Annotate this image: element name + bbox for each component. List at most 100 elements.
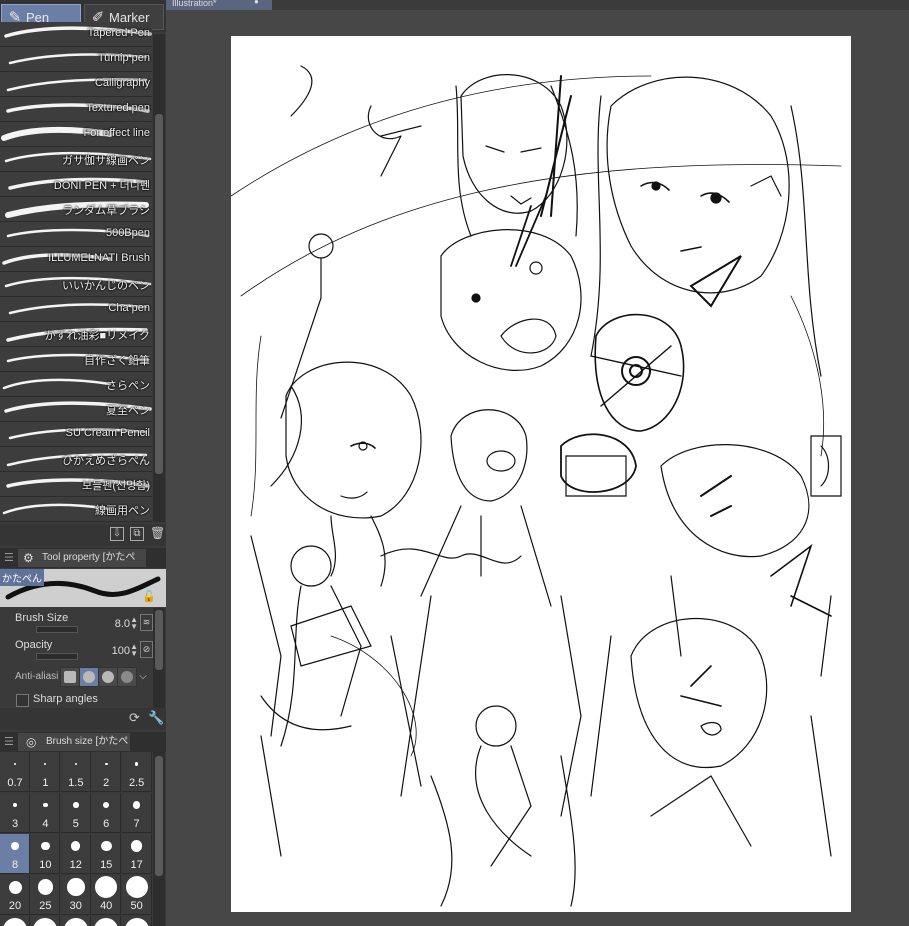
- close-icon[interactable]: ●: [254, 0, 259, 6]
- brush-item[interactable]: SU Cream Pencil: [0, 422, 152, 447]
- brush-item[interactable]: Cha pen: [0, 297, 152, 322]
- sharp-angles-row: Sharp angles: [0, 691, 152, 709]
- brush-item[interactable]: Textured pen: [0, 97, 152, 122]
- scrollbar-thumb[interactable]: [155, 756, 163, 876]
- brush-item[interactable]: ランダム草ブラシ: [0, 197, 152, 222]
- brush-size-option[interactable]: 6: [91, 793, 122, 833]
- brush-item[interactable]: 보들펜(선명함): [0, 472, 152, 497]
- grip-icon[interactable]: ☰: [4, 735, 14, 748]
- brush-item[interactable]: Tapered Pen: [0, 22, 152, 47]
- pressure-settings-button[interactable]: ≋: [140, 614, 153, 631]
- brush-item[interactable]: いいかんじのペン: [0, 272, 152, 297]
- scrollbar-thumb[interactable]: [155, 610, 163, 670]
- brush-size-option[interactable]: 50: [121, 875, 152, 915]
- brush-size-dot: [13, 803, 17, 807]
- brush-size-option[interactable]: 30: [60, 875, 91, 915]
- antialias-none[interactable]: [60, 667, 80, 687]
- antialias-strong-icon: [121, 671, 133, 683]
- brush-size-option[interactable]: 1.5: [60, 752, 91, 792]
- brush-size-option[interactable]: 3: [0, 793, 30, 833]
- brush-item-label: SU Cream Pencil: [65, 427, 150, 439]
- brush-size-label: 4: [42, 818, 49, 830]
- brush-size-label: 5: [72, 818, 79, 830]
- brush-item-label: Tapered Pen: [87, 27, 150, 39]
- brush-item[interactable]: Calligraphy: [0, 72, 152, 97]
- lock-icon[interactable]: 🔓: [142, 590, 156, 603]
- brush-item[interactable]: DONI PEN + 더니펜: [0, 172, 152, 197]
- brush-size-option[interactable]: 10: [30, 834, 61, 874]
- sharp-angles-checkbox[interactable]: [16, 694, 29, 707]
- download-icon[interactable]: ⇩: [110, 527, 124, 541]
- brush-size-option[interactable]: 2: [91, 752, 122, 792]
- brush-size-label: 12: [69, 859, 82, 871]
- trash-icon[interactable]: 🗑: [150, 527, 165, 541]
- tool-property-scrollbar[interactable]: [153, 608, 165, 708]
- brush-size-label: 0.7: [7, 777, 23, 789]
- brush-size-dot: [43, 802, 48, 808]
- brush-size-option[interactable]: 8: [0, 834, 30, 874]
- brush-item[interactable]: 線画用ペン: [0, 497, 152, 522]
- canvas-area[interactable]: [166, 10, 909, 926]
- document-tab-title: Illustration*: [172, 0, 217, 8]
- brush-size-spinner[interactable]: ▲ ▼: [130, 616, 138, 631]
- scrollbar-thumb[interactable]: [155, 114, 163, 474]
- opacity-spinner[interactable]: ▲ ▼: [130, 643, 138, 658]
- brush-size-option[interactable]: [91, 916, 122, 926]
- brush-size-option[interactable]: 20: [0, 875, 30, 915]
- antialias-weak[interactable]: [79, 667, 99, 687]
- brush-size-option[interactable]: 17: [121, 834, 152, 874]
- brush-item-label: ランダム草ブラシ: [62, 205, 150, 217]
- brush-item[interactable]: ガサ伽サ線画ペン: [0, 147, 152, 172]
- drawing-paper[interactable]: [231, 36, 851, 912]
- opacity-slider[interactable]: [36, 653, 78, 660]
- brush-size-label: 25: [39, 900, 52, 912]
- brush-size-dot: [74, 762, 77, 766]
- brush-size-icon: ◎: [26, 735, 37, 749]
- brush-size-tab[interactable]: ◎ Brush size [かたぺん]: [18, 733, 130, 765]
- opacity-link-button[interactable]: ⊘: [140, 641, 153, 658]
- brush-size-value[interactable]: 8.0: [115, 618, 130, 630]
- brush-size-option[interactable]: 15: [91, 834, 122, 874]
- antialias-medium[interactable]: [98, 667, 118, 687]
- brush-size-dot: [73, 802, 79, 808]
- brush-size-label: 10: [39, 859, 52, 871]
- brush-size-option[interactable]: 1: [30, 752, 61, 792]
- brush-size-option[interactable]: 4: [30, 793, 61, 833]
- duplicate-icon[interactable]: ⧉: [130, 527, 144, 541]
- brush-item[interactable]: ひかえめざらぺん: [0, 447, 152, 472]
- brush-size-label: 50: [130, 900, 143, 912]
- brush-item[interactable]: 夏至ペン: [0, 397, 152, 422]
- brush-size-option[interactable]: [121, 916, 152, 926]
- wrench-icon[interactable]: 🔧: [148, 710, 164, 726]
- antialias-strong[interactable]: [117, 667, 137, 687]
- brush-size-option[interactable]: 40: [91, 875, 122, 915]
- opacity-value[interactable]: 100: [112, 645, 130, 657]
- brush-size-option[interactable]: [0, 916, 30, 926]
- brush-item[interactable]: 自作ざく鉛筆: [0, 347, 152, 372]
- brush-size-scrollbar[interactable]: [153, 752, 165, 926]
- chevron-down-icon[interactable]: ⌵: [136, 667, 150, 687]
- brush-item-label: 夏至ペン: [106, 405, 150, 417]
- document-tab[interactable]: Illustration* ●: [166, 0, 272, 10]
- brush-size-option[interactable]: 2.5: [121, 752, 152, 792]
- brush-size-option[interactable]: [30, 916, 61, 926]
- brush-item[interactable]: さらペン: [0, 372, 152, 397]
- brush-item[interactable]: Turnip pen: [0, 47, 152, 72]
- brush-size-option[interactable]: 12: [60, 834, 91, 874]
- brush-list-scrollbar[interactable]: [153, 34, 165, 522]
- brush-size-option[interactable]: 5: [60, 793, 91, 833]
- brush-size-option[interactable]: 25: [30, 875, 61, 915]
- brush-item[interactable]: ILLUMELNATI Brush: [0, 247, 152, 272]
- brush-size-label: 1.5: [68, 777, 84, 789]
- brush-size-option[interactable]: 7: [121, 793, 152, 833]
- brush-size-label: 20: [8, 900, 22, 912]
- brush-size-option[interactable]: 0.7: [0, 752, 30, 792]
- brush-item[interactable]: かすれ油彩■リメイク: [0, 322, 152, 347]
- grip-icon[interactable]: ☰: [4, 551, 14, 564]
- brush-item[interactable]: For effect line: [0, 122, 152, 147]
- brush-size-option[interactable]: [60, 916, 91, 926]
- tool-property-tab[interactable]: ⚙ Tool property [かたぺん]: [18, 549, 146, 581]
- brush-size-slider[interactable]: [36, 626, 78, 633]
- reset-icon[interactable]: ⟳: [129, 710, 140, 726]
- brush-item[interactable]: 500Bpen: [0, 222, 152, 247]
